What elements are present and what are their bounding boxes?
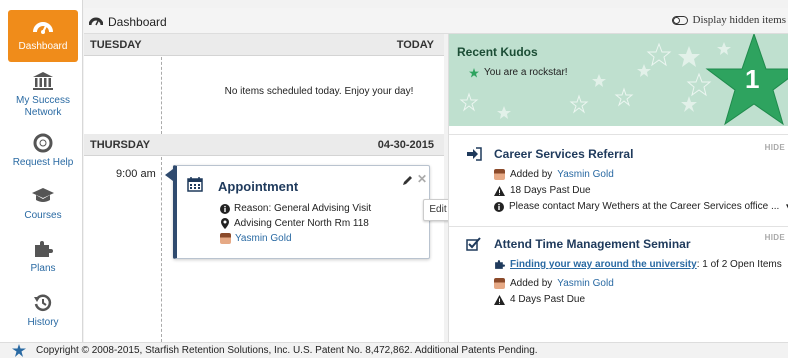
hide-link[interactable]: HIDE: [765, 143, 785, 152]
past-due-status: 18 Days Past Due: [510, 185, 591, 196]
sidebar: Dashboard My Success Network Request Hel…: [0, 0, 83, 342]
starfish-logo-icon: [12, 344, 26, 357]
star-icon: [469, 67, 479, 77]
appointment-title: Appointment: [218, 179, 299, 194]
nav-request-help[interactable]: Request Help: [8, 132, 78, 169]
time-divider: [161, 157, 162, 342]
added-by-link[interactable]: Yasmin Gold: [557, 278, 614, 289]
avatar: [494, 278, 505, 289]
nav-courses[interactable]: Courses: [8, 185, 78, 222]
checkbox-checked-icon: [466, 237, 481, 251]
nav-plans-label: Plans: [30, 263, 56, 274]
lifebuoy-icon: [33, 133, 53, 153]
info-icon: [494, 201, 504, 212]
kudos-item: You are a rockstar!: [469, 67, 568, 78]
added-by-prefix: Added by: [510, 278, 553, 289]
today-label: TODAY: [396, 39, 434, 51]
day-name: TUESDAY: [90, 39, 142, 51]
appointment-person[interactable]: Yasmin Gold: [220, 233, 292, 244]
sign-in-arrow-icon: [467, 147, 482, 161]
career-services-referral-card: Career Services Referral HIDE Added by Y…: [449, 134, 788, 226]
added-by-row: Added by Yasmin Gold: [494, 169, 614, 180]
warning-icon: [494, 294, 505, 305]
time-divider: [161, 57, 162, 134]
pencil-edit-icon[interactable]: [402, 174, 414, 186]
person-link[interactable]: Yasmin Gold: [235, 233, 292, 244]
attend-seminar-card: Attend Time Management Seminar HIDE Find…: [449, 226, 788, 342]
kudos-count: 1: [745, 64, 760, 94]
note-text: Please contact Mary Wethers at the Caree…: [509, 201, 780, 212]
puzzle-piece-icon: [495, 260, 505, 269]
avatar: [220, 233, 231, 244]
appointment-location: Advising Center North Rm 118: [220, 218, 369, 229]
appointment-location-text: Advising Center North Rm 118: [234, 218, 369, 229]
nav-plans[interactable]: Plans: [8, 238, 78, 275]
appointment-reason: Reason: General Advising Visit: [220, 203, 371, 214]
calendar-panel: TUESDAY TODAY No items scheduled today. …: [84, 34, 444, 342]
map-marker-icon: [221, 218, 229, 229]
card-title: Career Services Referral: [494, 147, 634, 161]
avatar: [494, 169, 505, 180]
caret-down-icon[interactable]: ▼: [784, 202, 788, 211]
display-hidden-items-label: Display hidden items: [692, 14, 787, 26]
right-panel: Recent Kudos You are a rockstar! 1 Caree…: [448, 34, 788, 342]
status-row: 4 Days Past Due: [494, 294, 585, 305]
dashboard-gauge-icon: [33, 22, 53, 34]
appointment-time: 9:00 am: [116, 168, 156, 180]
copyright-text: Copyright © 2008-2015, Starfish Retentio…: [36, 345, 538, 356]
day-name: THURSDAY: [90, 139, 151, 151]
page-title: Dashboard: [108, 15, 167, 29]
nav-request-help-label: Request Help: [12, 157, 74, 168]
nav-dashboard-label: Dashboard: [18, 41, 68, 52]
history-clock-icon: [34, 294, 52, 311]
day-header-today: TUESDAY TODAY: [84, 34, 444, 56]
info-icon: [220, 203, 230, 214]
plan-link-row: Finding your way around the university: …: [494, 259, 782, 270]
footer: Copyright © 2008-2015, Starfish Retentio…: [0, 342, 788, 358]
appointment-card[interactable]: Appointment ✕ Reason: General Advising V…: [165, 165, 430, 259]
kudos-message: You are a rockstar!: [484, 67, 568, 78]
appointment-reason-text: Reason: General Advising Visit: [234, 203, 372, 214]
nav-my-success-network-label: My Success Network: [16, 95, 70, 118]
building-columns-icon: [33, 72, 53, 90]
nav-my-success-network[interactable]: My Success Network: [8, 70, 78, 119]
nav-courses-label: Courses: [24, 210, 62, 221]
dashboard-gauge-icon: [89, 17, 103, 26]
nav-history-label: History: [27, 317, 59, 328]
graduation-cap-icon: [32, 188, 54, 202]
recent-kudos-title: Recent Kudos: [457, 45, 538, 59]
nav-dashboard[interactable]: Dashboard: [8, 10, 78, 62]
warning-icon: [494, 185, 505, 196]
day-date: 04-30-2015: [377, 139, 434, 151]
added-by-row: Added by Yasmin Gold: [494, 278, 614, 289]
added-by-link[interactable]: Yasmin Gold: [557, 169, 614, 180]
day-header-thursday: THURSDAY 04-30-2015: [84, 134, 444, 156]
card-title: Attend Time Management Seminar: [494, 237, 691, 251]
added-by-prefix: Added by: [510, 169, 553, 180]
past-due-status: 4 Days Past Due: [510, 294, 586, 305]
puzzle-piece-icon: [35, 241, 53, 257]
close-icon[interactable]: ✕: [417, 172, 427, 186]
plan-link[interactable]: Finding your way around the university: [510, 259, 697, 270]
hide-link[interactable]: HIDE: [765, 233, 785, 242]
empty-day-message: No items scheduled today. Enjoy your day…: [224, 86, 414, 97]
toggle-switch-icon[interactable]: [671, 15, 688, 25]
display-hidden-items-toggle[interactable]: Display hidden items: [671, 14, 787, 26]
open-items-count: : 1 of 2 Open Items: [696, 259, 782, 270]
calendar-icon: [187, 177, 203, 192]
nav-history[interactable]: History: [8, 292, 78, 329]
note-row[interactable]: Please contact Mary Wethers at the Caree…: [494, 201, 788, 212]
status-row: 18 Days Past Due: [494, 185, 591, 196]
recent-kudos-panel: Recent Kudos You are a rockstar! 1: [449, 34, 788, 126]
top-bar: Dashboard Display hidden items: [84, 8, 788, 34]
